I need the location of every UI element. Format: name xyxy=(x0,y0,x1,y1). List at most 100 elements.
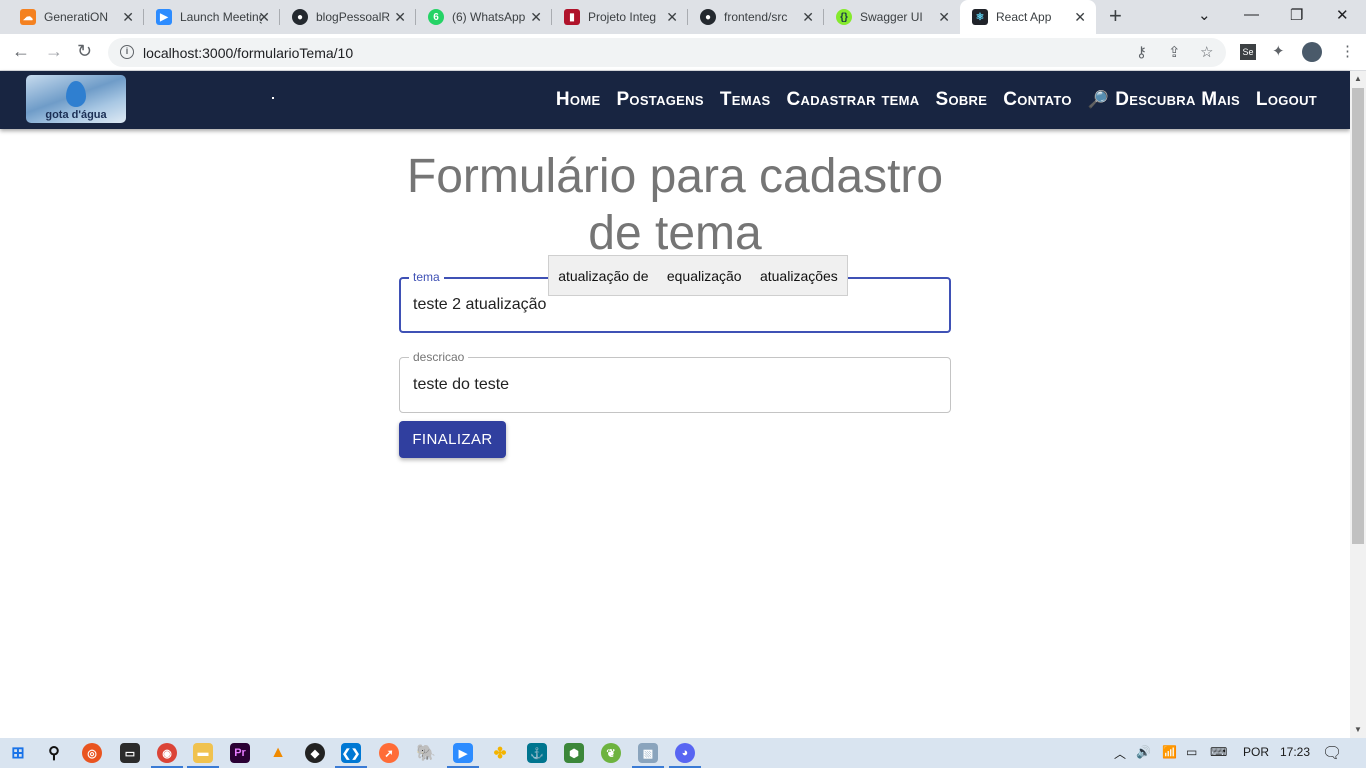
suggestion-item[interactable]: atualização de xyxy=(558,268,648,284)
forward-icon[interactable]: → xyxy=(45,41,63,61)
nav-menu: Home Postagens Temas Cadastrar tema Sobr… xyxy=(556,89,1317,111)
nodejs-icon[interactable]: ⬢ xyxy=(564,743,584,763)
gota-dagua-logo[interactable]: gota d'água xyxy=(26,75,126,123)
share-icon[interactable]: ⇪ xyxy=(1168,43,1181,61)
snipping-tool-icon[interactable]: ▧ xyxy=(632,743,664,768)
nav-cadastrar-tema[interactable]: Cadastrar tema xyxy=(787,89,920,111)
scroll-down-icon[interactable]: ▼ xyxy=(1354,725,1362,734)
vlc-icon[interactable]: ▲ xyxy=(268,743,288,763)
tab-github-blog[interactable]: ● blogPessoalR ✕ xyxy=(280,0,416,34)
battery-icon[interactable]: ▭ xyxy=(1186,745,1197,759)
show-hidden-icons-icon[interactable]: ︿ xyxy=(1114,745,1126,762)
page-title: Formulário para cadastro de tema xyxy=(406,150,944,260)
tab-whatsapp[interactable]: 6 (6) WhatsApp ✕ xyxy=(416,0,552,34)
nav-temas[interactable]: Temas xyxy=(720,89,771,111)
figma-icon[interactable]: ✤ xyxy=(490,743,510,763)
tema-input[interactable]: teste 2 atualização xyxy=(413,296,546,314)
search-icon[interactable]: ⚲ xyxy=(44,743,64,763)
descricao-input[interactable]: teste do teste xyxy=(413,376,509,394)
nav-sobre[interactable]: Sobre xyxy=(935,89,987,111)
file-explorer-icon[interactable]: ▬ xyxy=(187,743,219,768)
language-indicator[interactable]: POR xyxy=(1243,745,1269,759)
new-tab-icon[interactable]: + xyxy=(1109,5,1122,27)
descricao-field[interactable]: descricao teste do teste xyxy=(399,350,951,413)
scroll-up-icon[interactable]: ▲ xyxy=(1354,74,1362,83)
unity-icon[interactable]: ◆ xyxy=(305,743,325,763)
mysql-workbench-icon[interactable]: ⚓ xyxy=(527,743,547,763)
tab-title: frontend/src xyxy=(724,10,788,24)
minimize-icon[interactable]: — xyxy=(1244,6,1259,23)
close-icon[interactable]: ✕ xyxy=(666,9,678,25)
scroll-thumb[interactable] xyxy=(1352,88,1364,544)
address-bar[interactable]: i localhost:3000/formularioTema/10 ⚷ ⇪ ☆ xyxy=(108,38,1226,67)
close-icon[interactable]: ✕ xyxy=(258,9,270,25)
tab-generation[interactable]: ☁ GeneratiON ✕ xyxy=(8,0,144,34)
finalizar-button[interactable]: FINALIZAR xyxy=(399,421,506,458)
nav-logout[interactable]: Logout xyxy=(1256,89,1317,111)
tab-react-app[interactable]: ⚛ React App ✕ xyxy=(960,0,1096,34)
browser-menu-icon[interactable]: ⋮ xyxy=(1340,42,1355,60)
clock[interactable]: 17:23 xyxy=(1280,745,1310,759)
notifications-icon[interactable]: 🗨 xyxy=(1322,743,1342,763)
magnifier-icon: 🔎 xyxy=(1087,90,1110,109)
tab-title: React App xyxy=(996,10,1052,24)
swagger-icon: {} xyxy=(836,9,852,25)
tab-swagger[interactable]: {} Swagger UI ✕ xyxy=(824,0,960,34)
browser-toolbar: ← → ↻ i localhost:3000/formularioTema/10… xyxy=(0,34,1366,71)
close-icon[interactable]: ✕ xyxy=(394,9,406,25)
water-drop-icon xyxy=(66,81,86,107)
back-icon[interactable]: ← xyxy=(12,41,30,61)
postman-icon[interactable]: ➚ xyxy=(379,743,399,763)
close-icon[interactable]: ✕ xyxy=(938,9,950,25)
descricao-label: descricao xyxy=(409,350,469,364)
close-icon[interactable]: ✕ xyxy=(802,9,814,25)
tab-zoom[interactable]: ▶ Launch Meeting ✕ xyxy=(144,0,280,34)
extensions-puzzle-icon[interactable]: ✦ xyxy=(1272,42,1285,60)
close-icon[interactable]: ✕ xyxy=(530,9,542,25)
url-text[interactable]: localhost:3000/formularioTema/10 xyxy=(143,45,353,61)
chrome-icon[interactable]: ◉ xyxy=(151,743,183,768)
tab-title: Swagger UI xyxy=(860,10,923,24)
nav-postagens[interactable]: Postagens xyxy=(616,89,703,111)
suggestion-item[interactable]: equalização xyxy=(667,268,742,284)
vscode-icon[interactable]: ❮❯ xyxy=(335,743,367,768)
close-icon[interactable]: ✕ xyxy=(122,9,134,25)
page-scrollbar[interactable]: ▲ ▼ xyxy=(1350,71,1366,738)
window-close-icon[interactable]: ✕ xyxy=(1336,6,1349,24)
nav-contato[interactable]: Contato xyxy=(1003,89,1072,111)
wifi-icon[interactable]: 📶 xyxy=(1162,745,1177,759)
discord-icon[interactable]: ◕ xyxy=(669,743,701,768)
github-icon: ● xyxy=(700,9,716,25)
profile-avatar[interactable] xyxy=(1302,42,1322,62)
github-icon: ● xyxy=(292,9,308,25)
tab-search-icon[interactable]: ⌄ xyxy=(1198,6,1211,24)
spring-tool-icon[interactable]: ❦ xyxy=(601,743,621,763)
zoom-taskbar-icon[interactable]: ▶ xyxy=(447,743,479,768)
postgres-icon[interactable]: 🐘 xyxy=(416,743,436,763)
navbar-dot xyxy=(272,97,274,99)
tab-github-frontend[interactable]: ● frontend/src ✕ xyxy=(688,0,824,34)
reload-icon[interactable]: ↻ xyxy=(77,41,92,61)
keyboard-icon[interactable]: ⌨ xyxy=(1210,745,1227,759)
close-icon[interactable]: ✕ xyxy=(1074,9,1086,25)
tab-projeto[interactable]: ▮ Projeto Integ ✕ xyxy=(552,0,688,34)
windows-taskbar: ⊞ ⚲ ◎ ▭ ◉ ▬ Pr ▲ ◆ ❮❯ ➚ 🐘 ▶ ✤ ⚓ ⬢ ❦ ▧ ◕ … xyxy=(0,738,1366,768)
restore-icon[interactable]: ❐ xyxy=(1290,6,1303,24)
suggestion-item[interactable]: atualizações xyxy=(760,268,838,284)
bookmark-star-icon[interactable]: ☆ xyxy=(1200,43,1213,61)
terminal-icon[interactable]: ▭ xyxy=(120,743,140,763)
browser-tab-strip: ☁ GeneratiON ✕ ▶ Launch Meeting ✕ ● blog… xyxy=(0,0,1366,34)
premiere-icon[interactable]: Pr xyxy=(230,743,250,763)
volume-icon[interactable]: 🔊 xyxy=(1136,745,1151,759)
whatsapp-icon: 6 xyxy=(428,9,444,25)
nav-descubra-mais-label: Descubra Mais xyxy=(1115,89,1240,110)
key-icon[interactable]: ⚷ xyxy=(1136,43,1147,61)
windows-start-icon[interactable]: ⊞ xyxy=(8,743,28,763)
app-navbar: gota d'água Home Postagens Temas Cadastr… xyxy=(0,71,1350,129)
nav-home[interactable]: Home xyxy=(556,89,601,111)
ubuntu-icon[interactable]: ◎ xyxy=(82,743,102,763)
nav-descubra-mais[interactable]: 🔎 Descubra Mais xyxy=(1088,89,1240,111)
site-info-icon[interactable]: i xyxy=(120,45,134,59)
tab-title: blogPessoalR xyxy=(316,10,391,24)
selenium-extension-icon[interactable]: Se xyxy=(1240,44,1256,60)
